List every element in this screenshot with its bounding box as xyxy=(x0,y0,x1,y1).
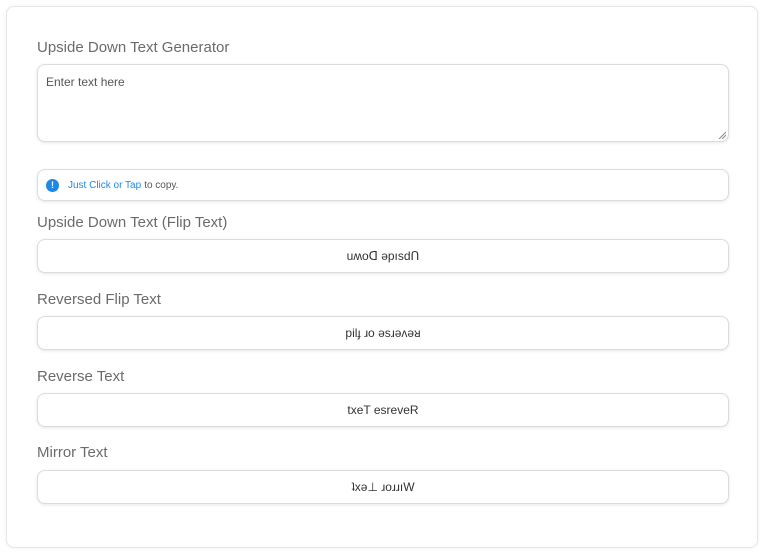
copy-notice: ! Just Click or Tap to copy. xyxy=(37,169,729,201)
reverse-text-output[interactable]: txeT esreveR xyxy=(37,393,729,427)
copy-hint-link[interactable]: Just Click or Tap xyxy=(68,180,141,191)
mirror-text-label: Mirror Text xyxy=(37,444,108,461)
upside-down-label: Upside Down Text (Flip Text) xyxy=(37,214,228,231)
generator-title: Upside Down Text Generator xyxy=(37,39,230,56)
reversed-flip-output[interactable]: pilɟ ɹo ǝsɹǝʌǝᴚ xyxy=(37,316,729,350)
upside-down-output[interactable]: uʍoᗡ ǝpısdՈ xyxy=(37,239,729,273)
exclamation-circle-icon: ! xyxy=(46,178,59,192)
reverse-text-label: Reverse Text xyxy=(37,368,125,385)
generator-card: Upside Down Text Generator ! Just Click … xyxy=(6,6,758,548)
text-input[interactable] xyxy=(37,64,729,142)
copy-hint-text: to copy. xyxy=(144,179,179,191)
reversed-flip-label: Reversed Flip Text xyxy=(37,291,161,308)
mirror-text-output[interactable]: ʇxǝ⊥ ɹoɹɹıW xyxy=(37,470,729,504)
